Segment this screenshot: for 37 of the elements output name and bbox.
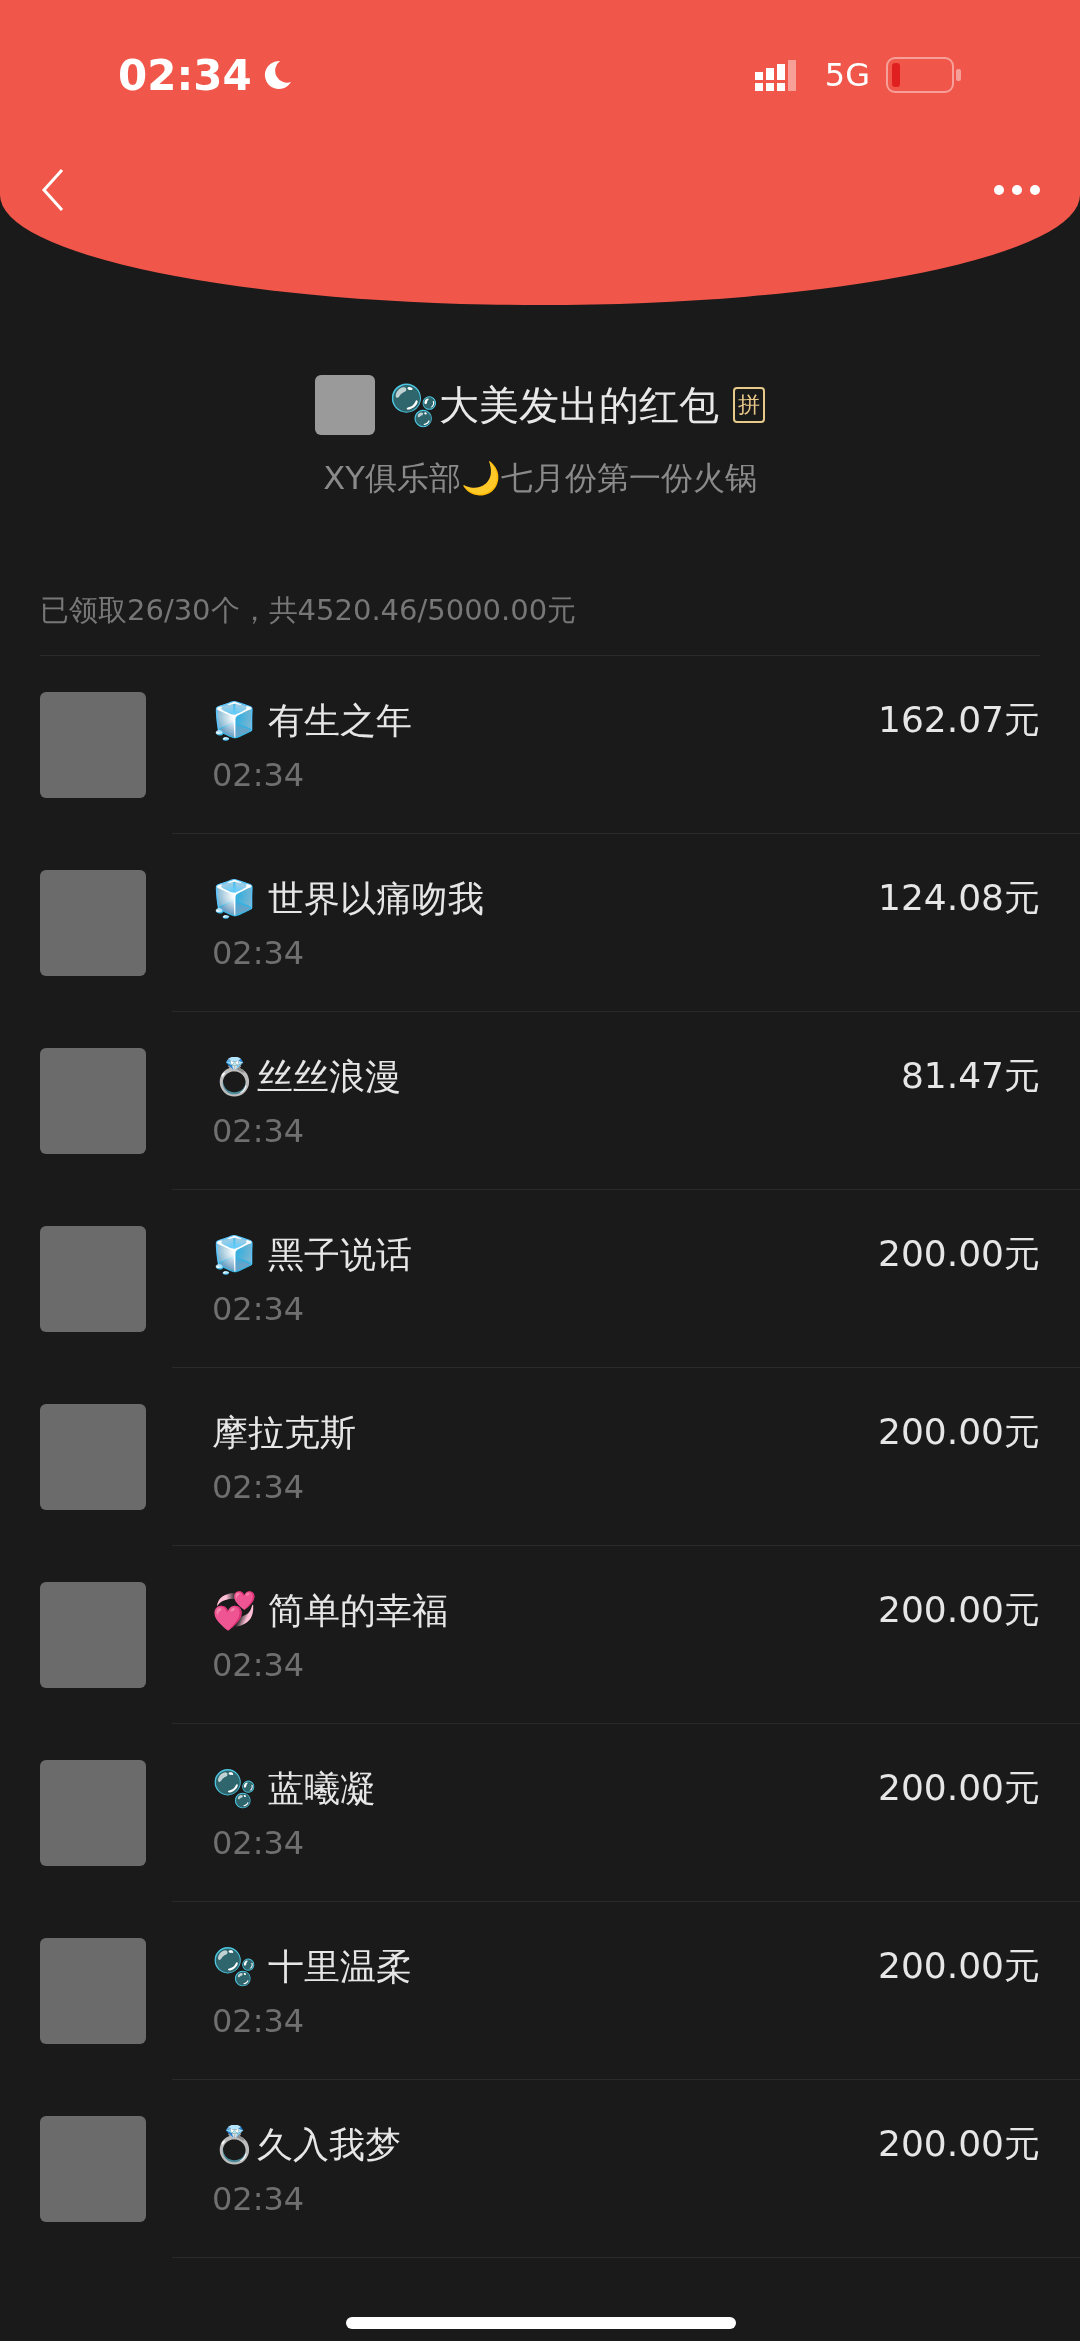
back-icon[interactable]	[40, 168, 66, 212]
claim-time: 02:34	[212, 755, 306, 794]
recipient-name: 摩拉克斯	[212, 1410, 357, 1455]
battery-icon	[886, 56, 962, 94]
claim-summary: 已领取26/30个，共4520.46/5000.00元	[40, 591, 1040, 656]
claim-amount: 200.00元	[878, 1588, 1040, 1632]
claim-time: 02:34	[212, 933, 306, 972]
claim-amount: 81.47元	[900, 1054, 1040, 1098]
network-label: 5G	[824, 56, 870, 94]
claim-amount: 200.00元	[878, 1232, 1040, 1276]
claim-amount: 200.00元	[878, 1410, 1040, 1454]
claim-amount: 200.00元	[878, 1944, 1040, 1988]
envelope-message: XY俱乐部🌙七月份第一份火锅	[323, 458, 757, 499]
sender-avatar	[315, 375, 375, 435]
claim-time: 02:34	[212, 1823, 306, 1862]
recipient-name: 🧊 有生之年	[212, 698, 414, 743]
claim-time: 02:34	[212, 1645, 306, 1684]
claim-time: 02:34	[212, 2001, 306, 2040]
claim-time: 02:34	[212, 1467, 306, 1506]
claim-amount: 124.08元	[878, 876, 1040, 920]
claim-time: 02:34	[212, 2179, 306, 2218]
recipient-name: 🫧 蓝曦凝	[212, 1766, 378, 1811]
claim-amount: 162.07元	[878, 698, 1040, 742]
recipient-name: 💍久入我梦	[212, 2122, 402, 2167]
recipient-name: 🧊 世界以痛吻我	[212, 876, 486, 921]
recipient-name: 💍丝丝浪漫	[212, 1054, 402, 1099]
recipient-name: 🫧 十里温柔	[212, 1944, 414, 1989]
status-time: 02:34	[118, 50, 252, 100]
group-badge: 拼	[733, 387, 765, 423]
claim-amount: 200.00元	[878, 2122, 1040, 2166]
claim-time: 02:34	[212, 1111, 306, 1150]
claim-time: 02:34	[212, 1289, 306, 1328]
more-icon[interactable]	[994, 185, 1040, 195]
recipient-name: 🧊 黑子说话	[212, 1232, 414, 1277]
recipient-name: 💞 简单的幸福	[212, 1588, 450, 1633]
claim-amount: 200.00元	[878, 1766, 1040, 1810]
envelope-title: 🫧大美发出的红包	[389, 380, 719, 430]
